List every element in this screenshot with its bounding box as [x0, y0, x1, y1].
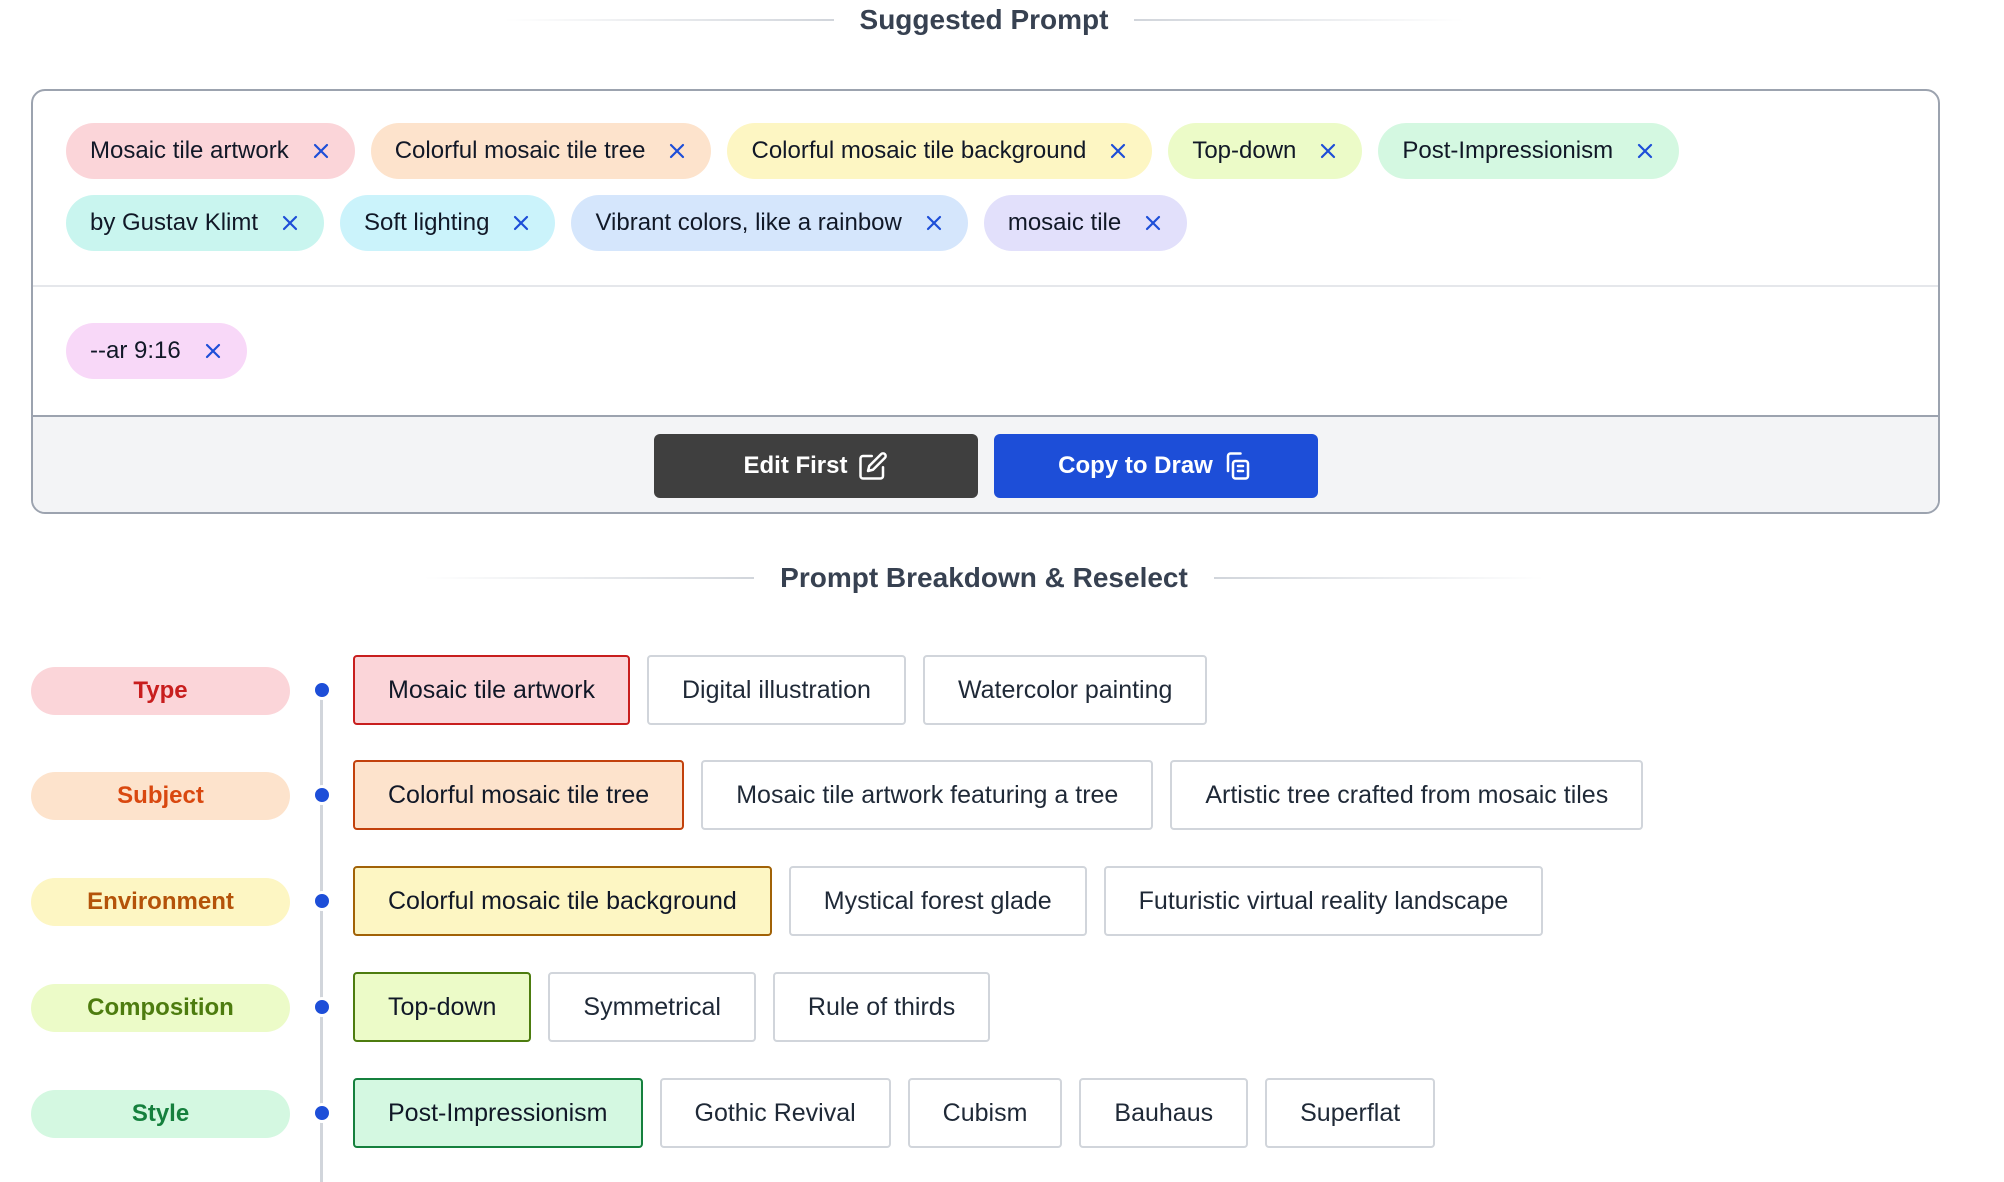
- prompt-card: Mosaic tile artwork Colorful mosaic tile …: [31, 89, 1940, 514]
- divider-line: [503, 19, 834, 21]
- category-label: Composition: [31, 984, 290, 1032]
- option-button[interactable]: Futuristic virtual reality landscape: [1103, 866, 1544, 936]
- prompt-actions: Edit First Copy to Draw: [33, 417, 1938, 512]
- timeline-dot: [313, 892, 331, 910]
- close-icon[interactable]: [1108, 141, 1128, 161]
- timeline-dot: [313, 786, 331, 804]
- prompt-chip[interactable]: Colorful mosaic tile background: [727, 123, 1153, 179]
- prompt-chip[interactable]: Top-down: [1168, 123, 1363, 179]
- breakdown-row-composition: Composition Top-down Symmetrical Rule of th…: [31, 972, 1971, 1042]
- option-selected[interactable]: Post-Impressionism: [353, 1078, 643, 1148]
- divider-line: [1213, 577, 1544, 579]
- chip-label: Top-down: [1192, 137, 1297, 164]
- divider-line: [424, 577, 755, 579]
- breakdown-row-type: Type Mosaic tile artwork Digital illustrat…: [31, 655, 1971, 725]
- prompt-chip[interactable]: Vibrant colors, like a rainbow: [571, 195, 968, 251]
- option-button[interactable]: Digital illustration: [647, 655, 906, 725]
- prompt-chip[interactable]: by Gustav Klimt: [66, 195, 325, 251]
- category-label: Subject: [31, 772, 290, 820]
- option-group: Colorful mosaic tile tree Mosaic tile art…: [353, 760, 1644, 830]
- option-selected[interactable]: Top-down: [353, 972, 532, 1042]
- edit-first-label: Edit First: [743, 451, 848, 479]
- close-icon[interactable]: [203, 341, 223, 361]
- suggested-prompt-header: Suggested Prompt: [0, 4, 1968, 36]
- option-button[interactable]: Artistic tree crafted from mosaic tiles: [1170, 760, 1644, 830]
- option-button[interactable]: Rule of thirds: [772, 972, 991, 1042]
- timeline-dot: [313, 1104, 331, 1122]
- prompt-chip[interactable]: --ar 9:16: [66, 323, 247, 379]
- close-icon[interactable]: [311, 141, 331, 161]
- close-icon[interactable]: [1143, 213, 1163, 233]
- prompt-chips: Mosaic tile artwork Colorful mosaic tile …: [33, 91, 1938, 287]
- close-icon[interactable]: [280, 213, 300, 233]
- chip-label: --ar 9:16: [90, 337, 181, 364]
- option-group: Mosaic tile artwork Digital illustration W…: [353, 655, 1208, 725]
- edit-icon: [858, 451, 888, 481]
- option-button[interactable]: Cubism: [907, 1078, 1063, 1148]
- close-icon[interactable]: [511, 213, 531, 233]
- option-button[interactable]: Watercolor painting: [922, 655, 1208, 725]
- chip-label: Colorful mosaic tile background: [751, 137, 1087, 164]
- timeline-dot: [313, 998, 331, 1016]
- option-button[interactable]: Bauhaus: [1079, 1078, 1249, 1148]
- option-group: Top-down Symmetrical Rule of thirds: [353, 972, 991, 1042]
- chip-label: mosaic tile: [1007, 209, 1122, 236]
- prompt-chip[interactable]: mosaic tile: [983, 195, 1188, 251]
- option-selected[interactable]: Colorful mosaic tile tree: [353, 760, 685, 830]
- close-icon[interactable]: [667, 141, 687, 161]
- close-icon[interactable]: [1318, 141, 1338, 161]
- close-icon[interactable]: [924, 213, 944, 233]
- breakdown-row-style: Style Post-Impressionism Gothic Revival Cub…: [31, 1078, 1971, 1148]
- option-button[interactable]: Superflat: [1265, 1078, 1436, 1148]
- chip-label: Mosaic tile artwork: [90, 137, 289, 164]
- option-button[interactable]: Gothic Revival: [659, 1078, 891, 1148]
- option-button[interactable]: Mosaic tile artwork featuring a tree: [701, 760, 1154, 830]
- copy-to-draw-button[interactable]: Copy to Draw: [993, 433, 1318, 498]
- prompt-breakdown-header: Prompt Breakdown & Reselect: [0, 562, 1968, 594]
- prompt-chip[interactable]: Mosaic tile artwork: [66, 123, 355, 179]
- option-selected[interactable]: Colorful mosaic tile background: [353, 866, 772, 936]
- option-group: Post-Impressionism Gothic Revival Cubism Ba…: [353, 1078, 1436, 1148]
- breakdown-row-subject: Subject Colorful mosaic tile tree Mosaic t…: [31, 760, 1971, 830]
- prompt-chip[interactable]: Post-Impressionism: [1378, 123, 1680, 179]
- copy-icon: [1223, 451, 1253, 481]
- copy-to-draw-label: Copy to Draw: [1058, 451, 1213, 479]
- close-icon[interactable]: [1635, 141, 1655, 161]
- chip-label: Post-Impressionism: [1402, 137, 1614, 164]
- prompt-chip[interactable]: Colorful mosaic tile tree: [370, 123, 712, 179]
- option-button[interactable]: Symmetrical: [548, 972, 756, 1042]
- option-selected[interactable]: Mosaic tile artwork: [353, 655, 630, 725]
- chip-label: Soft lighting: [364, 209, 490, 236]
- prompt-chip[interactable]: Soft lighting: [340, 195, 556, 251]
- chip-label: Vibrant colors, like a rainbow: [595, 209, 902, 236]
- option-button[interactable]: Mystical forest glade: [788, 866, 1087, 936]
- timeline-dot: [313, 681, 331, 699]
- edit-first-button[interactable]: Edit First: [653, 433, 978, 498]
- category-label: Type: [31, 667, 290, 715]
- chip-label: Colorful mosaic tile tree: [394, 137, 646, 164]
- section-title: Suggested Prompt: [859, 4, 1109, 35]
- breakdown-row-environment: Environment Colorful mosaic tile backgrou…: [31, 866, 1971, 936]
- divider-line: [1134, 19, 1465, 21]
- section-title: Prompt Breakdown & Reselect: [780, 562, 1188, 593]
- option-group: Colorful mosaic tile background Mystical …: [353, 866, 1544, 936]
- chip-label: by Gustav Klimt: [90, 209, 259, 236]
- prompt-parameters: --ar 9:16: [33, 287, 1938, 417]
- category-label: Environment: [31, 878, 290, 926]
- page: Suggested Prompt Mosaic tile artwork Colo…: [0, 0, 2004, 1182]
- category-label: Style: [31, 1090, 290, 1138]
